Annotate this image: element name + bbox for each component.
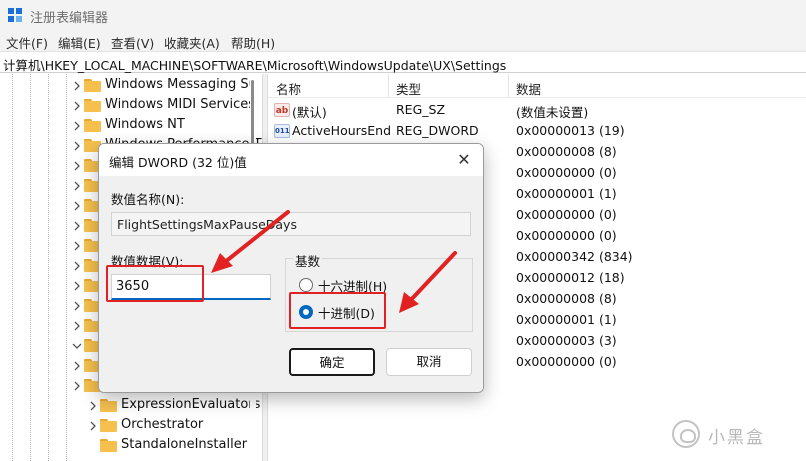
watermark-logo-icon xyxy=(672,420,700,448)
annotation-arrow xyxy=(211,210,290,273)
watermark-text: 小黑盒 xyxy=(708,428,765,448)
watermark: 小黑盒 xyxy=(672,418,802,452)
annotation-arrows xyxy=(211,210,457,313)
annotation-arrow xyxy=(399,251,457,313)
